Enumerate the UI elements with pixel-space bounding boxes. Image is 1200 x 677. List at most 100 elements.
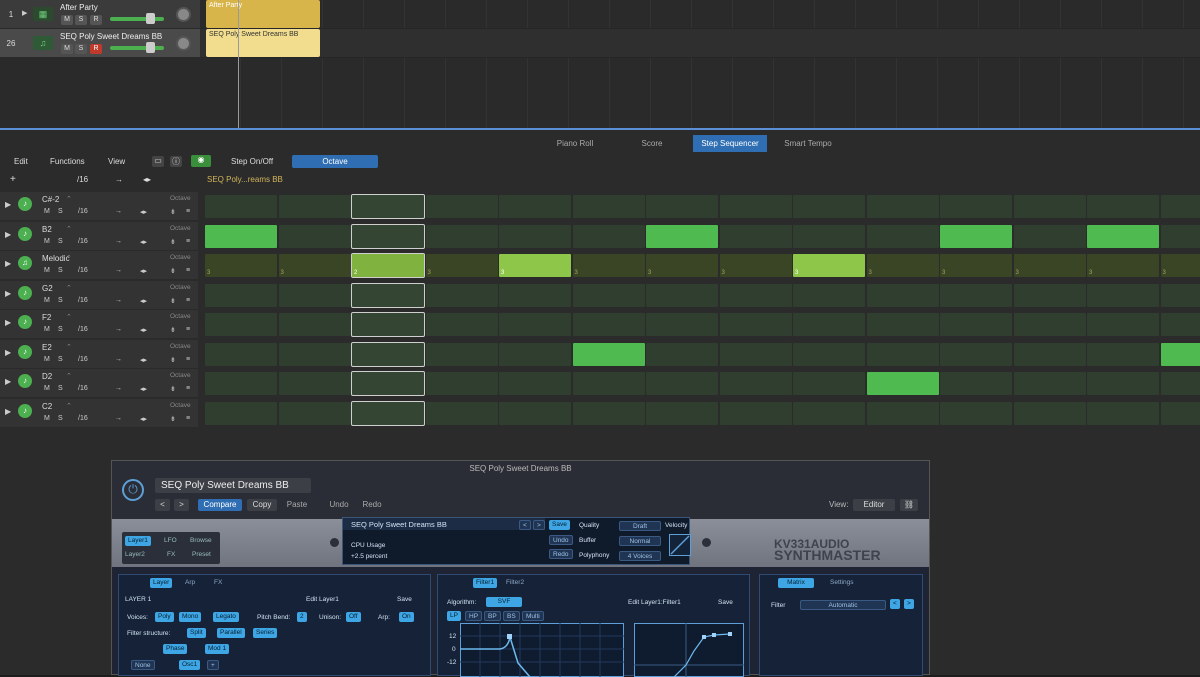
step-cell[interactable]	[205, 402, 277, 425]
lfo-tab[interactable]: LFO	[164, 537, 177, 544]
step-cell[interactable]	[352, 372, 424, 395]
buffer-dropdown[interactable]: Normal	[619, 536, 661, 546]
row-solo-button[interactable]: S	[58, 356, 63, 363]
row-header[interactable]: ▶♪C2⌃OctaveMS/16→◂▸⇟≡	[0, 399, 198, 428]
step-cell[interactable]: 3	[573, 254, 645, 277]
parallel-button[interactable]: Parallel	[217, 628, 245, 638]
row-random-icon[interactable]: ⇟	[170, 356, 176, 364]
tab-filter2[interactable]: Filter2	[506, 579, 524, 586]
step-cell[interactable]: 3	[1161, 254, 1200, 277]
step-cell[interactable]	[646, 225, 718, 248]
step-cell[interactable]	[793, 313, 865, 336]
add-row-icon[interactable]: +	[10, 174, 16, 185]
layer2-tab[interactable]: Layer2	[125, 551, 145, 558]
paste-button[interactable]: Paste	[281, 499, 313, 511]
step-cell[interactable]	[867, 402, 939, 425]
step-cell[interactable]	[940, 372, 1012, 395]
step-cell[interactable]	[1161, 402, 1200, 425]
row-random-icon[interactable]: ⇟	[170, 208, 176, 216]
row-name[interactable]: C2	[42, 402, 52, 411]
row-solo-button[interactable]: S	[58, 267, 63, 274]
row-disclosure-icon[interactable]: ▶	[5, 200, 11, 209]
step-cell[interactable]	[793, 372, 865, 395]
step-cell[interactable]	[352, 284, 424, 307]
row-rate-icon[interactable]: →	[115, 326, 122, 333]
row-reset-icon[interactable]: ≡	[186, 326, 190, 333]
step-cell[interactable]	[573, 225, 645, 248]
playhead[interactable]	[238, 0, 239, 128]
advance-rate-icon[interactable]: →	[115, 175, 123, 184]
edit-mode-octave[interactable]: Octave	[292, 155, 378, 168]
row-mute-button[interactable]: M	[44, 385, 50, 392]
plus-icon[interactable]: +	[207, 660, 219, 670]
envelope-curve-graph[interactable]	[634, 623, 744, 677]
row-reset-icon[interactable]: ≡	[186, 267, 190, 274]
undo-button[interactable]: Undo	[326, 499, 352, 511]
step-cell[interactable]	[205, 284, 277, 307]
step-cell[interactable]	[499, 313, 571, 336]
row-mute-button[interactable]: M	[44, 208, 50, 215]
step-cell[interactable]	[1014, 313, 1086, 336]
step-cell[interactable]	[499, 284, 571, 307]
row-chevron-icon[interactable]: ⌃	[66, 225, 72, 233]
loop-icon[interactable]: ◂▸	[143, 175, 151, 184]
tab-fx[interactable]: FX	[214, 579, 222, 586]
step-cell[interactable]: 3	[1014, 254, 1086, 277]
row-length[interactable]: /16	[78, 415, 88, 422]
row-mute-button[interactable]: M	[44, 297, 50, 304]
display-save-button[interactable]: Save	[549, 520, 570, 530]
power-icon[interactable]: ⏻	[122, 479, 144, 501]
step-cell[interactable]	[867, 225, 939, 248]
row-solo-button[interactable]: S	[58, 326, 63, 333]
step-cell[interactable]	[720, 195, 792, 218]
row-rate-icon[interactable]: →	[115, 415, 122, 422]
step-cell[interactable]	[573, 284, 645, 307]
step-cell[interactable]	[1087, 313, 1159, 336]
step-cell[interactable]	[499, 195, 571, 218]
step-cell[interactable]	[646, 402, 718, 425]
tab-score[interactable]: Score	[617, 135, 687, 152]
record-button[interactable]: R	[90, 15, 102, 25]
row-reset-icon[interactable]: ≡	[186, 208, 190, 215]
step-cell[interactable]	[426, 343, 498, 366]
step-cell[interactable]	[940, 313, 1012, 336]
row-reset-icon[interactable]: ≡	[186, 415, 190, 422]
row-solo-button[interactable]: S	[58, 385, 63, 392]
step-cell[interactable]	[205, 225, 277, 248]
step-cell[interactable]	[940, 225, 1012, 248]
filter-type-hp[interactable]: HP	[465, 611, 482, 621]
filter-type-lp[interactable]: LP	[447, 611, 461, 621]
tab-step-sequencer[interactable]: Step Sequencer	[693, 135, 767, 152]
display-prev-icon[interactable]: <	[519, 520, 531, 530]
step-cell[interactable]	[352, 195, 424, 218]
row-disclosure-icon[interactable]: ▶	[5, 318, 11, 327]
row-solo-button[interactable]: S	[58, 297, 63, 304]
polyphony-dropdown[interactable]: 4 Voices	[619, 551, 661, 561]
solo-button[interactable]: S	[75, 44, 87, 54]
solo-button[interactable]: S	[75, 15, 87, 25]
step-cell[interactable]	[279, 372, 351, 395]
row-length[interactable]: /16	[78, 267, 88, 274]
step-cell[interactable]	[1087, 284, 1159, 307]
step-cell[interactable]: 3	[793, 254, 865, 277]
matrix-prev-icon[interactable]: <	[890, 599, 900, 609]
row-mute-button[interactable]: M	[44, 267, 50, 274]
row-header[interactable]: ▶♪G2⌃OctaveMS/16→◂▸⇟≡	[0, 281, 198, 310]
row-name[interactable]: E2	[42, 343, 52, 352]
region[interactable]: After Party	[206, 0, 320, 28]
step-cell[interactable]	[646, 343, 718, 366]
none-button[interactable]: None	[131, 660, 155, 670]
row-reset-icon[interactable]: ≡	[186, 297, 190, 304]
row-length[interactable]: /16	[78, 326, 88, 333]
pitch-bend-value[interactable]: 2	[297, 612, 307, 622]
step-cell[interactable]	[867, 313, 939, 336]
mod1-button[interactable]: Mod 1	[205, 644, 229, 654]
step-cell[interactable]	[646, 313, 718, 336]
step-cell[interactable]	[793, 195, 865, 218]
row-chevron-icon[interactable]: ⌃	[66, 195, 72, 203]
osc1-button[interactable]: Osc1	[179, 660, 200, 670]
step-cell[interactable]	[279, 225, 351, 248]
step-cell[interactable]	[426, 225, 498, 248]
step-cell[interactable]	[1014, 225, 1086, 248]
knob-icon[interactable]	[330, 538, 339, 547]
